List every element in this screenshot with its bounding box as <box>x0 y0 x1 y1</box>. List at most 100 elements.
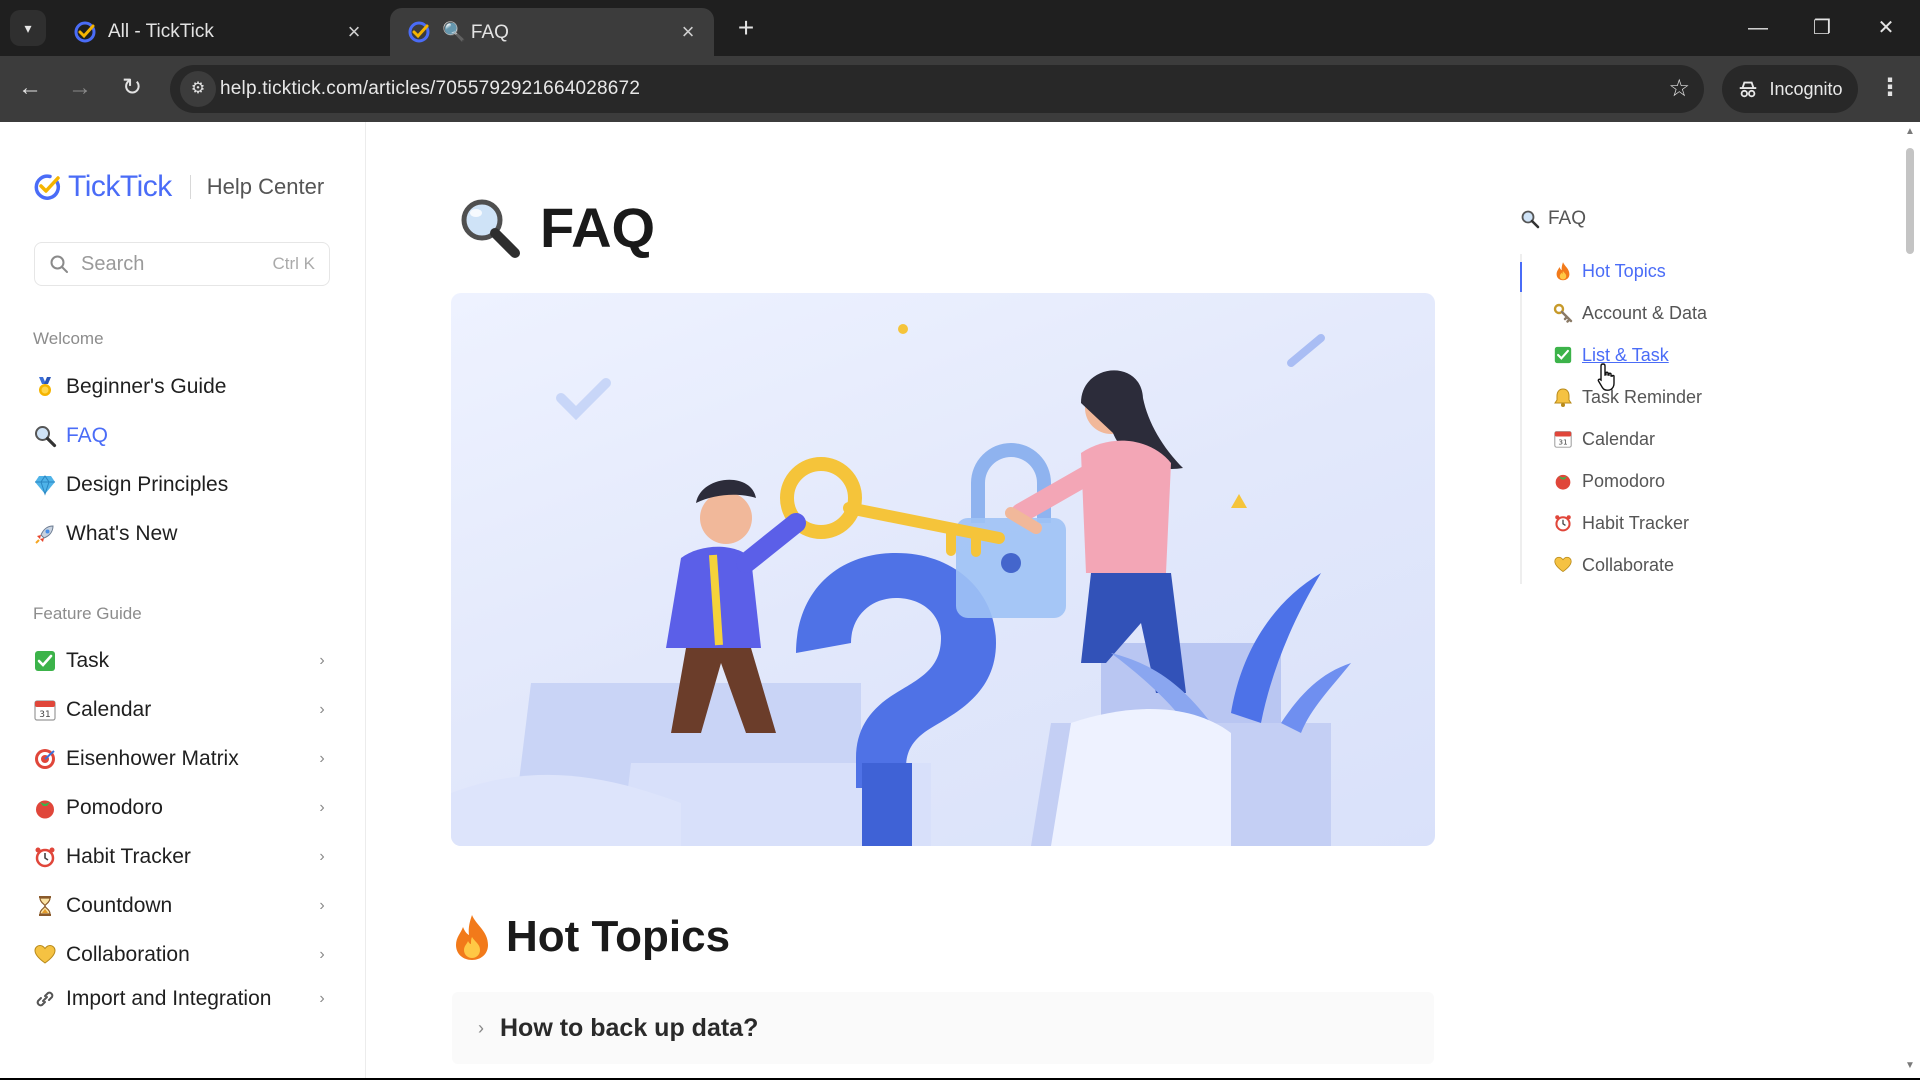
tab-all-ticktick[interactable]: All - TickTick × <box>56 8 380 56</box>
link-icon <box>32 986 58 1012</box>
svg-text:31: 31 <box>39 710 50 720</box>
tab-title: All - TickTick <box>108 21 214 42</box>
sidebar-item-eisenhower-matrix[interactable]: Eisenhower Matrix › <box>32 739 332 779</box>
left-sidebar: TickTick Help Center Search Ctrl K Welco… <box>0 122 366 1078</box>
tab-title: 🔍 FAQ <box>442 22 509 43</box>
sidebar-item-collaboration[interactable]: Collaboration › <box>32 935 332 975</box>
toc-item-task-reminder[interactable]: Task Reminder <box>1552 382 1702 412</box>
sidebar-item-habit-tracker[interactable]: Habit Tracker › <box>32 837 332 877</box>
sidebar-item-label: Beginner's Guide <box>66 375 227 398</box>
sidebar-item-faq[interactable]: FAQ <box>32 416 332 456</box>
browser-toolbar: ← → ↻ ⚙ help.ticktick.com/articles/70557… <box>0 56 1920 122</box>
minimize-icon[interactable]: — <box>1736 8 1780 48</box>
sidebar-item-beginners-guide[interactable]: Beginner's Guide <box>32 367 332 407</box>
chevron-right-icon[interactable]: › <box>312 701 332 719</box>
sidebar-item-import-integration[interactable]: Import and Integration › <box>32 984 332 1014</box>
close-tab-icon[interactable]: × <box>676 19 700 45</box>
search-placeholder: Search <box>81 252 145 275</box>
calendar-icon: 31 <box>1552 428 1574 450</box>
restore-icon[interactable]: ❐ <box>1800 8 1844 48</box>
scroll-down-icon[interactable]: ▼ <box>1904 1060 1916 1071</box>
back-arrow-icon[interactable]: ← <box>10 68 50 108</box>
alarm-clock-icon <box>1552 512 1574 534</box>
ticktick-favicon-icon <box>406 19 432 45</box>
toc-item-pomodoro[interactable]: Pomodoro <box>1552 466 1665 496</box>
url-text[interactable]: help.ticktick.com/articles/7055792921664… <box>220 65 640 113</box>
brand-name: TickTick <box>68 170 172 203</box>
search-input[interactable]: Search Ctrl K <box>34 242 330 286</box>
toc-item-habit-tracker[interactable]: Habit Tracker <box>1552 508 1689 538</box>
toc-item-account-data[interactable]: Account & Data <box>1552 298 1707 328</box>
sidebar-item-design-principles[interactable]: Design Principles <box>32 465 332 505</box>
forward-arrow-icon[interactable]: → <box>60 68 100 108</box>
fire-icon <box>1552 260 1574 282</box>
feature-section-label: Feature Guide <box>33 604 142 623</box>
hourglass-icon <box>32 893 58 919</box>
gem-icon <box>32 472 58 498</box>
sidebar-item-task[interactable]: Task › <box>32 641 332 681</box>
svg-text:31: 31 <box>1558 438 1567 447</box>
browser-menu-icon[interactable]: ⋮ <box>1870 68 1910 108</box>
incognito-label: Incognito <box>1769 78 1843 99</box>
faq-question: How to back up data? <box>500 1013 759 1042</box>
page-scrollbar[interactable]: ▲ ▼ <box>1900 122 1920 1078</box>
key-icon <box>1552 302 1574 324</box>
close-tab-icon[interactable]: × <box>342 19 366 45</box>
browser-tab-strip: ▾ All - TickTick × 🔍 FAQ × + — ❐ ✕ <box>0 0 1920 56</box>
page-title-text: FAQ <box>540 195 656 259</box>
chevron-right-icon[interactable]: › <box>312 946 332 964</box>
sidebar-item-countdown[interactable]: Countdown › <box>32 886 332 926</box>
toc-header[interactable]: FAQ <box>1520 208 1586 230</box>
chevron-right-icon[interactable]: › <box>478 1018 484 1039</box>
new-tab-button[interactable]: + <box>730 12 762 44</box>
site-settings-icon[interactable]: ⚙ <box>180 71 216 107</box>
toc-item-calendar[interactable]: 31 Calendar <box>1552 424 1655 454</box>
toc-item-collaborate[interactable]: Collaborate <box>1552 550 1674 580</box>
check-box-icon <box>1552 344 1574 366</box>
brand-header[interactable]: TickTick Help Center <box>32 170 324 204</box>
sidebar-item-label: Calendar <box>66 698 152 721</box>
incognito-icon <box>1740 81 1757 98</box>
chevron-right-icon[interactable]: › <box>312 652 332 670</box>
search-shortcut: Ctrl K <box>272 254 316 273</box>
hand-cursor-icon <box>1597 363 1615 391</box>
tomato-icon <box>1552 470 1574 492</box>
chevron-right-icon[interactable]: › <box>312 799 332 817</box>
sidebar-item-label: Habit Tracker <box>66 845 191 868</box>
page-title: FAQ <box>456 194 655 260</box>
help-page: TickTick Help Center Search Ctrl K Welco… <box>0 122 1920 1078</box>
faq-accordion-item[interactable]: › How to back up data? <box>452 992 1434 1064</box>
target-icon <box>32 746 58 772</box>
reload-icon[interactable]: ↻ <box>112 68 152 108</box>
chevron-right-icon[interactable]: › <box>312 848 332 866</box>
chevron-right-icon[interactable]: › <box>312 897 332 915</box>
heart-icon <box>32 942 58 968</box>
toc-item-hot-topics[interactable]: Hot Topics <box>1552 256 1666 286</box>
alarm-clock-icon <box>32 844 58 870</box>
chevron-right-icon[interactable]: › <box>312 990 332 1008</box>
sidebar-item-calendar[interactable]: 31 Calendar › <box>32 690 332 730</box>
fire-icon <box>456 915 488 960</box>
magnifier-icon <box>32 423 58 449</box>
scrollbar-thumb[interactable] <box>1906 148 1914 254</box>
close-window-icon[interactable]: ✕ <box>1864 8 1908 48</box>
tab-search-button[interactable]: ▾ <box>10 10 46 46</box>
toc-rail <box>1520 254 1522 584</box>
sidebar-item-whats-new[interactable]: What's New <box>32 514 332 554</box>
calendar-icon: 31 <box>32 697 58 723</box>
chevron-right-icon[interactable]: › <box>312 750 332 768</box>
ticktick-logo-icon <box>34 174 61 200</box>
help-center-label: Help Center <box>206 174 325 199</box>
rocket-icon <box>32 521 58 547</box>
incognito-button[interactable]: Incognito <box>1722 65 1858 113</box>
sidebar-item-label: Import and Integration <box>66 987 272 1010</box>
scroll-up-icon[interactable]: ▲ <box>1904 126 1916 137</box>
sidebar-item-pomodoro[interactable]: Pomodoro › <box>32 788 332 828</box>
tab-faq[interactable]: 🔍 FAQ × <box>390 8 714 56</box>
sidebar-item-label: Collaboration <box>66 943 190 966</box>
toc-active-indicator <box>1520 262 1522 292</box>
magnifier-icon <box>1520 209 1540 229</box>
bookmark-star-icon[interactable]: ☆ <box>1668 65 1690 113</box>
bell-icon <box>1552 386 1574 408</box>
address-bar[interactable]: ⚙ help.ticktick.com/articles/70557929216… <box>170 65 1704 113</box>
